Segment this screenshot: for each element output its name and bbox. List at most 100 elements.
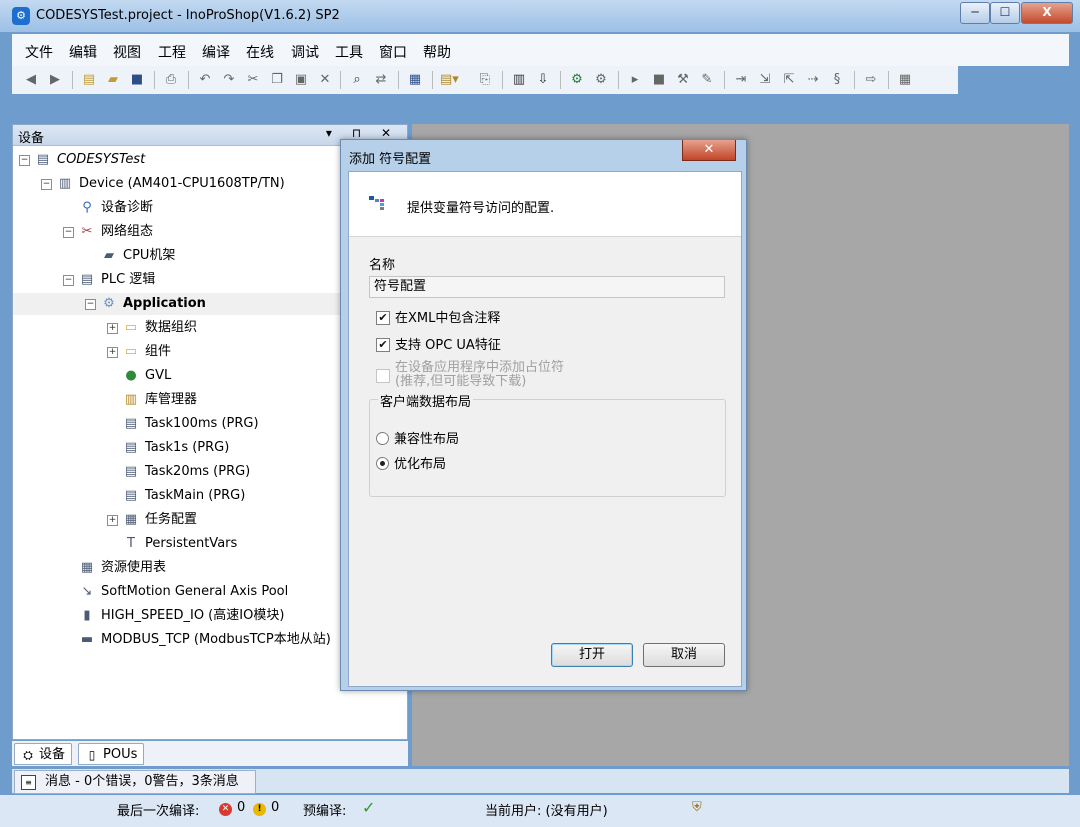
- reset-icon[interactable]: ⚒: [674, 71, 692, 89]
- tree-node-label: 设备诊断: [101, 200, 154, 215]
- login-icon[interactable]: ⚙: [568, 71, 586, 89]
- tree-node-label: CODESYSTest: [57, 152, 146, 167]
- menu-edit[interactable]: 编辑: [69, 42, 97, 62]
- forward-icon[interactable]: ▶: [46, 71, 64, 89]
- program-icon: ▤: [124, 440, 138, 455]
- show-callstack-icon[interactable]: ⇨: [862, 71, 880, 89]
- app-window: ⚙ CODESYSTest.project - InoProShop(V1.6.…: [0, 0, 1080, 827]
- dialog-close-button[interactable]: ✕: [682, 140, 736, 161]
- redo-icon[interactable]: ↷: [220, 71, 238, 89]
- tab-pous-label: POUs: [103, 747, 138, 762]
- menu-online[interactable]: 在线: [246, 42, 274, 62]
- persistent-icon: T: [127, 536, 135, 551]
- tree-node-label: CPU机架: [123, 248, 176, 263]
- step-into-icon[interactable]: ⇲: [756, 71, 774, 89]
- messages-tab[interactable]: ≡ 消息 - 0个错误，0警告，3条消息: [14, 770, 256, 794]
- panel-controls[interactable]: ▾ ⊓ ✕: [326, 126, 399, 140]
- dialog-body: 提供变量符号访问的配置. 名称 符号配置 ✔ 在XML中包含注释 ✔ 支持 OP…: [348, 171, 742, 687]
- collapse-icon[interactable]: −: [63, 275, 74, 286]
- tree-node-label: Application: [123, 296, 206, 311]
- devices-icon: ⛭: [23, 748, 33, 762]
- open-icon[interactable]: ▰: [104, 71, 122, 89]
- program-icon: ▤: [124, 488, 138, 503]
- menu-file[interactable]: 文件: [25, 42, 53, 62]
- back-icon[interactable]: ◀: [22, 71, 40, 89]
- open-button[interactable]: 打开: [551, 643, 633, 667]
- expand-icon[interactable]: +: [107, 347, 118, 358]
- tab-devices[interactable]: ⛭ 设备: [14, 743, 73, 765]
- tree-node-label: 任务配置: [145, 512, 198, 527]
- new-icon[interactable]: ▤: [80, 71, 98, 89]
- collapse-icon[interactable]: −: [63, 227, 74, 238]
- close-window-button[interactable]: X: [1021, 2, 1073, 24]
- save-icon[interactable]: ■: [128, 71, 146, 89]
- cut-icon[interactable]: ✂: [244, 71, 262, 89]
- diagnosis-icon: ⚲: [82, 200, 92, 215]
- menu-debug[interactable]: 调试: [291, 42, 319, 62]
- window-title: CODESYSTest.project - InoProShop(V1.6.2)…: [36, 8, 340, 23]
- add-object-icon[interactable]: ▤▾: [440, 71, 459, 89]
- placeholder-checkbox: [376, 369, 390, 383]
- optimized-layout-radio[interactable]: [376, 457, 389, 470]
- menu-view[interactable]: 视图: [113, 42, 141, 62]
- collapse-icon[interactable]: −: [85, 299, 96, 310]
- window-icon[interactable]: ▦: [406, 71, 424, 89]
- expand-icon[interactable]: +: [107, 323, 118, 334]
- tree-node-label: 库管理器: [145, 392, 198, 407]
- client-layout-group: 客户端数据布局 兼容性布局 优化布局: [369, 391, 726, 497]
- start-icon[interactable]: ▸: [626, 71, 644, 89]
- error-count: 0: [237, 800, 246, 815]
- optimized-layout-label: 优化布局: [394, 457, 447, 472]
- undo-icon[interactable]: ↶: [196, 71, 214, 89]
- run-to-cursor-icon[interactable]: ⇢: [804, 71, 822, 89]
- title-bar: ⚙ CODESYSTest.project - InoProShop(V1.6.…: [0, 0, 1080, 32]
- placeholder-sublabel: (推荐,但可能导致下载): [395, 374, 527, 389]
- menu-help[interactable]: 帮助: [423, 42, 451, 62]
- print-icon[interactable]: ⎙: [162, 71, 180, 89]
- last-build-label: 最后一次编译:: [117, 804, 200, 819]
- collapse-icon[interactable]: −: [19, 155, 30, 166]
- pous-icon: ▯: [88, 748, 96, 762]
- menu-window[interactable]: 窗口: [379, 42, 407, 62]
- menu-build[interactable]: 编译: [202, 42, 230, 62]
- compat-layout-radio[interactable]: [376, 432, 389, 445]
- axis-icon: ↘: [81, 584, 93, 599]
- write-values-icon[interactable]: ▦: [896, 71, 914, 89]
- tree-node-label: MODBUS_TCP (ModbusTCP本地从站): [101, 632, 331, 647]
- modbus-icon: ▬: [80, 632, 94, 647]
- copy-icon[interactable]: ❐: [268, 71, 286, 89]
- gvl-icon: ●: [125, 368, 137, 383]
- step-out-icon[interactable]: ⇱: [780, 71, 798, 89]
- build-icon[interactable]: ▥: [510, 71, 528, 89]
- tab-pous[interactable]: ▯ POUs: [78, 743, 145, 765]
- tree-node-label: 组件: [145, 344, 172, 359]
- step-over-icon[interactable]: ⇥: [732, 71, 750, 89]
- stop-icon[interactable]: ■: [650, 71, 668, 89]
- menu-project[interactable]: 工程: [158, 42, 186, 62]
- name-input[interactable]: 符号配置: [369, 276, 725, 298]
- collapse-icon[interactable]: −: [41, 179, 52, 190]
- paste-icon[interactable]: ▣: [292, 71, 310, 89]
- maximize-button[interactable]: ☐: [990, 2, 1020, 24]
- expand-icon[interactable]: +: [107, 515, 118, 526]
- opc-ua-checkbox[interactable]: ✔: [376, 338, 390, 352]
- warning-icon: !: [253, 803, 266, 816]
- delete-icon[interactable]: ✕: [316, 71, 334, 89]
- include-comments-checkbox[interactable]: ✔: [376, 311, 390, 325]
- generate-code-icon[interactable]: ⇩: [534, 71, 552, 89]
- find-icon[interactable]: ⌕: [348, 71, 366, 89]
- messages-bar: ≡ 消息 - 0个错误，0警告，3条消息: [12, 769, 1069, 794]
- breakpoint-icon[interactable]: ✎: [698, 71, 716, 89]
- minimize-button[interactable]: ─: [960, 2, 990, 24]
- insert-icon[interactable]: ⎘: [476, 71, 494, 89]
- compat-layout-label: 兼容性布局: [394, 432, 460, 447]
- menu-tools[interactable]: 工具: [335, 42, 363, 62]
- set-next-icon[interactable]: §: [828, 71, 846, 89]
- device-icon: ▥: [58, 176, 72, 191]
- application-icon: ⚙: [103, 296, 115, 311]
- cancel-button[interactable]: 取消: [643, 643, 725, 667]
- program-icon: ▤: [124, 416, 138, 431]
- replace-icon[interactable]: ⇄: [372, 71, 390, 89]
- logout-icon[interactable]: ⚙: [592, 71, 610, 89]
- module-icon: ▮: [83, 608, 91, 623]
